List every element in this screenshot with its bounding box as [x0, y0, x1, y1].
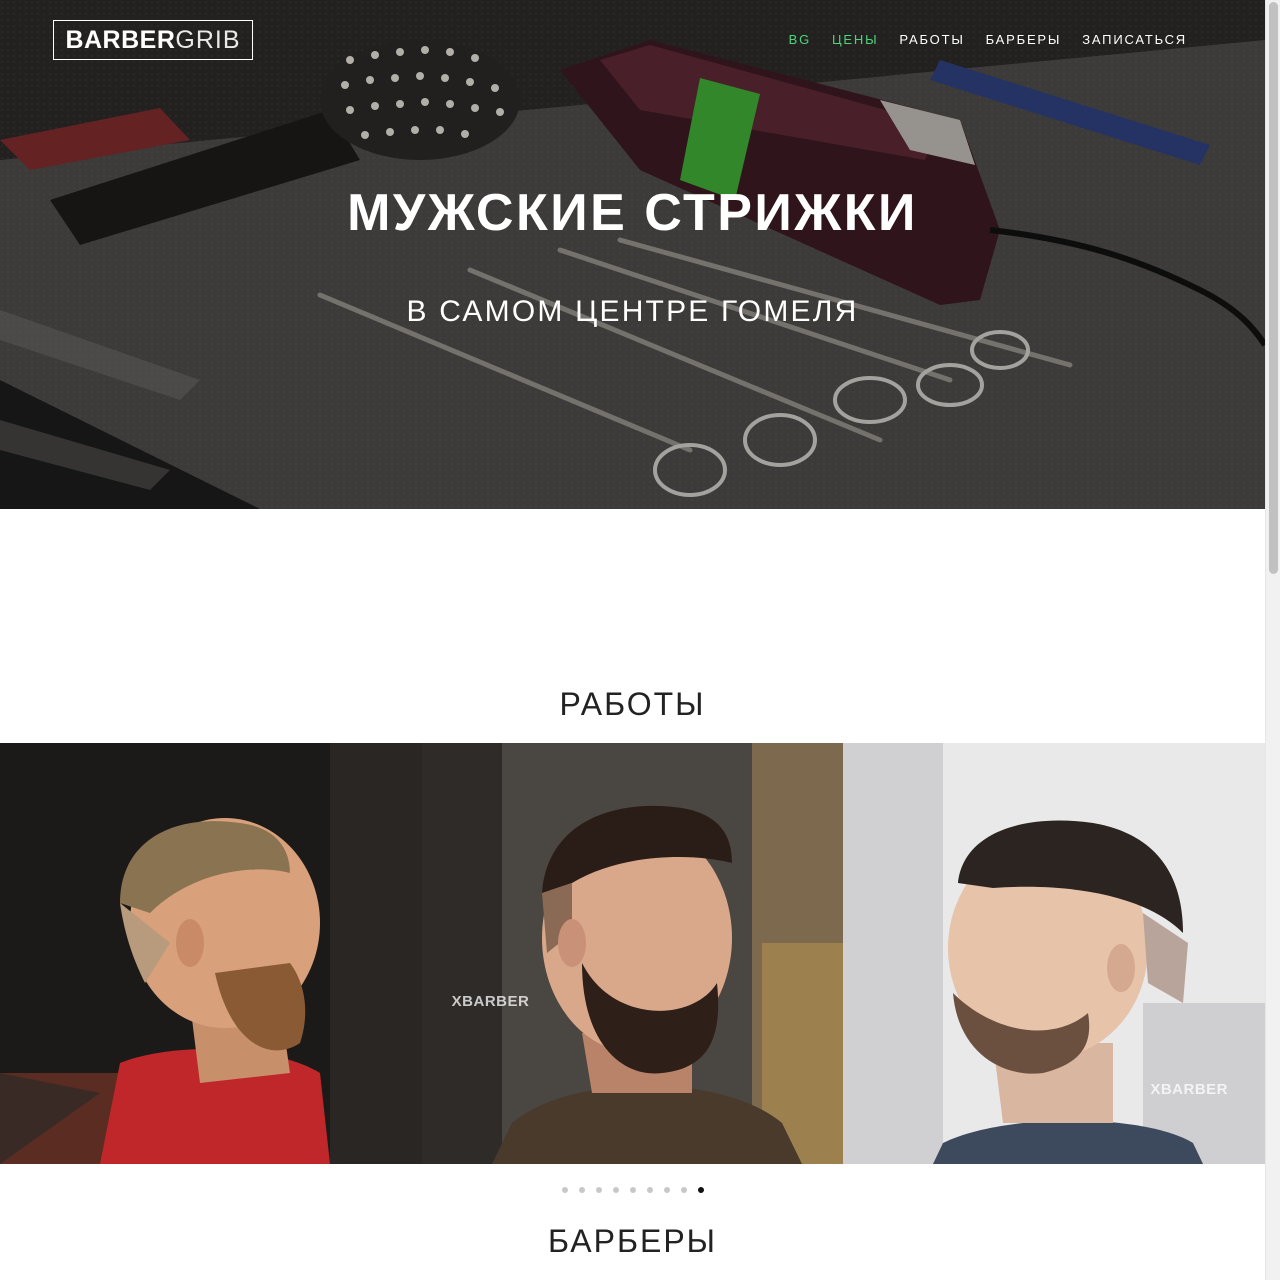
work-photo-2[interactable]: XBARBER: [421, 743, 844, 1164]
watermark-text: XBARBER: [451, 993, 530, 1010]
carousel-dot-1[interactable]: [561, 1187, 568, 1193]
logo-bold-text: BARBER: [65, 25, 176, 54]
carousel-dot-4[interactable]: [612, 1187, 619, 1193]
carousel-dot-5[interactable]: [629, 1187, 636, 1193]
barbers-section-title: БАРБЕРЫ: [548, 1223, 717, 1259]
logo-thin-text: GRIB: [175, 25, 241, 54]
page-scrollbar[interactable]: [1265, 0, 1280, 1280]
nav-item-barbers[interactable]: БАРБЕРЫ: [986, 32, 1062, 47]
scrollbar-thumb[interactable]: [1269, 2, 1278, 574]
watermark-text: XBARBER: [1150, 1081, 1228, 1098]
work-photo-1[interactable]: [0, 743, 422, 1164]
hero-title: МУЖСКИЕ СТРИЖКИ: [347, 184, 918, 242]
page: BARBER GRIB BG ЦЕНЫ РАБОТЫ БАРБЕРЫ ЗАПИСА…: [0, 0, 1265, 1280]
carousel-dot-7[interactable]: [663, 1187, 670, 1193]
works-section-title: РАБОТЫ: [559, 686, 706, 722]
carousel-dot-9[interactable]: [697, 1187, 704, 1193]
main-nav: BG ЦЕНЫ РАБОТЫ БАРБЕРЫ ЗАПИСАТЬСЯ: [789, 32, 1187, 47]
carousel-dot-3[interactable]: [595, 1187, 602, 1193]
nav-item-prices[interactable]: ЦЕНЫ: [832, 32, 878, 47]
carousel-dot-6[interactable]: [646, 1187, 653, 1193]
hero-subtitle: В САМОМ ЦЕНТРЕ ГОМЕЛЯ: [406, 295, 859, 328]
hero-banner: BARBER GRIB BG ЦЕНЫ РАБОТЫ БАРБЕРЫ ЗАПИСА…: [0, 0, 1265, 509]
work-photo-3[interactable]: XBARBER: [843, 743, 1265, 1164]
nav-item-booking[interactable]: ЗАПИСАТЬСЯ: [1082, 32, 1187, 47]
nav-item-bg[interactable]: BG: [789, 32, 811, 47]
works-carousel[interactable]: XBARBER XBARBER: [0, 743, 1265, 1164]
carousel-dot-2[interactable]: [578, 1187, 585, 1193]
logo[interactable]: BARBER GRIB: [53, 20, 253, 60]
nav-item-works[interactable]: РАБОТЫ: [899, 32, 964, 47]
carousel-pagination: [0, 1187, 1265, 1193]
carousel-dot-8[interactable]: [680, 1187, 687, 1193]
hero-overlay: [0, 0, 1265, 509]
